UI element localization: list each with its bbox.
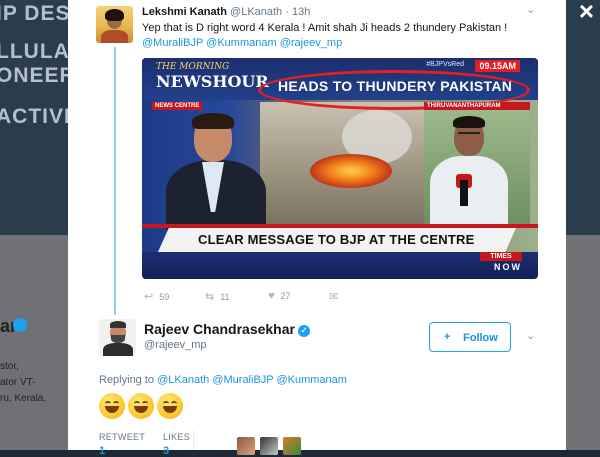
envelope-icon: ✉ <box>329 291 339 303</box>
avatar[interactable] <box>260 437 278 455</box>
grinning-face-emoji-icon <box>128 393 154 419</box>
strap-red-line <box>142 224 538 228</box>
grinning-face-emoji-icon <box>157 393 183 419</box>
banner-text-line: ONEER <box>0 64 76 87</box>
verified-badge-icon: ✓ <box>297 325 310 337</box>
grinning-face-emoji-icon <box>99 393 125 419</box>
close-modal-button[interactable]: × <box>579 0 594 27</box>
strap-text: CLEAR MESSAGE TO BJP AT THE CENTRE <box>198 232 475 247</box>
retweet-count: 11 <box>220 292 230 302</box>
show-logo-main: NEWSHOUR <box>156 72 269 91</box>
author-handle[interactable]: @LKanath <box>230 6 282 18</box>
follow-label: Follow <box>463 332 498 344</box>
heart-icon: ♥ <box>268 290 275 302</box>
hashtag-bug: #BJPVsRed <box>426 61 464 68</box>
follow-button[interactable]: + Follow <box>429 322 511 352</box>
author-handle[interactable]: @rajeev_mp <box>144 339 207 351</box>
likes-stat-value[interactable]: 3 <box>163 445 169 457</box>
avatar[interactable] <box>237 437 255 455</box>
like-count: 27 <box>280 291 291 301</box>
media-headline: HEADS TO THUNDERY PAKISTAN <box>278 78 513 94</box>
likes-stat-label[interactable]: LIKES <box>163 432 190 442</box>
retweet-stat-label[interactable]: RETWEET <box>99 432 145 442</box>
retweet-button[interactable]: ⇆ 11 <box>205 290 230 303</box>
avatar[interactable] <box>283 437 301 455</box>
avatar[interactable] <box>96 6 133 43</box>
reply-count: 59 <box>159 292 170 302</box>
author-name[interactable]: Lekshmi Kanath <box>142 6 227 18</box>
avatar[interactable] <box>99 319 136 356</box>
background-bio-line: ru, Kerala, <box>0 393 47 404</box>
tweet-header: Lekshmi Kanath @LKanath · 13h <box>142 6 310 18</box>
background-bio-line: stor, <box>0 361 19 372</box>
tweet-media-image[interactable]: THE MORNING NEWSHOUR #BJPVsRed 09.15AM H… <box>142 58 538 279</box>
retweet-icon: ⇆ <box>205 291 215 303</box>
tweet-body: Yep that is D right word 4 Kerala ! Amit… <box>142 22 508 34</box>
news-centre-tag: NEWS CENTRE <box>152 102 203 110</box>
author-name[interactable]: Rajeev Chandrasekhar <box>144 321 295 337</box>
fire <box>310 154 392 188</box>
mention-link[interactable]: @Kummanam <box>206 37 276 49</box>
reply-button[interactable]: ↩ 59 <box>144 290 169 303</box>
background-verified-icon <box>13 318 27 332</box>
mention-link[interactable]: @LKanath <box>157 374 209 386</box>
stat-divider <box>193 430 194 450</box>
location-tag: THIRUVANANTHAPURAM <box>424 102 530 110</box>
chevron-down-icon[interactable]: ⌄ <box>526 3 535 16</box>
microphone-stand <box>460 180 468 206</box>
mention-link[interactable]: @MuraliBJP <box>212 374 273 386</box>
show-logo-top: THE MORNING <box>156 62 230 72</box>
retweet-stat-value[interactable]: 1 <box>99 445 105 457</box>
banner-text-line: IP DESI <box>0 2 78 25</box>
tweet-emoji-text <box>99 393 186 419</box>
mention-link[interactable]: @rajeev_mp <box>280 37 343 49</box>
chevron-down-icon[interactable]: ⌄ <box>526 329 535 342</box>
background-bio-line: ator VT- <box>0 377 36 388</box>
channel-logo-bottom: NOW <box>494 262 522 272</box>
like-button[interactable]: ♥ 27 <box>268 290 291 302</box>
mention-link[interactable]: @MuraliBJP <box>142 37 203 49</box>
banner-text-line: ACTIVI <box>0 105 71 128</box>
broadcast-time: 09.15AM <box>475 60 520 72</box>
banner-text-line: LLULAI <box>0 40 77 63</box>
media-bottom-band <box>142 252 538 279</box>
tweet-text: Yep that is D right word 4 Kerala ! Amit… <box>142 21 542 51</box>
separator-dot: · <box>285 6 289 18</box>
thread-connector-line <box>114 47 116 315</box>
add-user-icon: + <box>444 331 451 343</box>
reply-icon: ↩ <box>144 291 154 303</box>
channel-logo-top: TIMES <box>480 252 522 261</box>
mention-link[interactable]: @Kummanam <box>276 374 346 386</box>
tweet-timestamp[interactable]: 13h <box>292 6 310 18</box>
replying-prefix: Replying to <box>99 374 155 386</box>
news-anchor-figure <box>160 113 272 230</box>
author-name-row: Rajeev Chandrasekhar ✓ <box>144 321 310 337</box>
replying-to-line: Replying to @LKanath @MuraliBJP @Kummana… <box>99 374 347 386</box>
direct-message-button[interactable]: ✉ <box>329 290 344 303</box>
tweet-modal: Lekshmi Kanath @LKanath · 13h ⌄ Yep that… <box>68 0 566 457</box>
